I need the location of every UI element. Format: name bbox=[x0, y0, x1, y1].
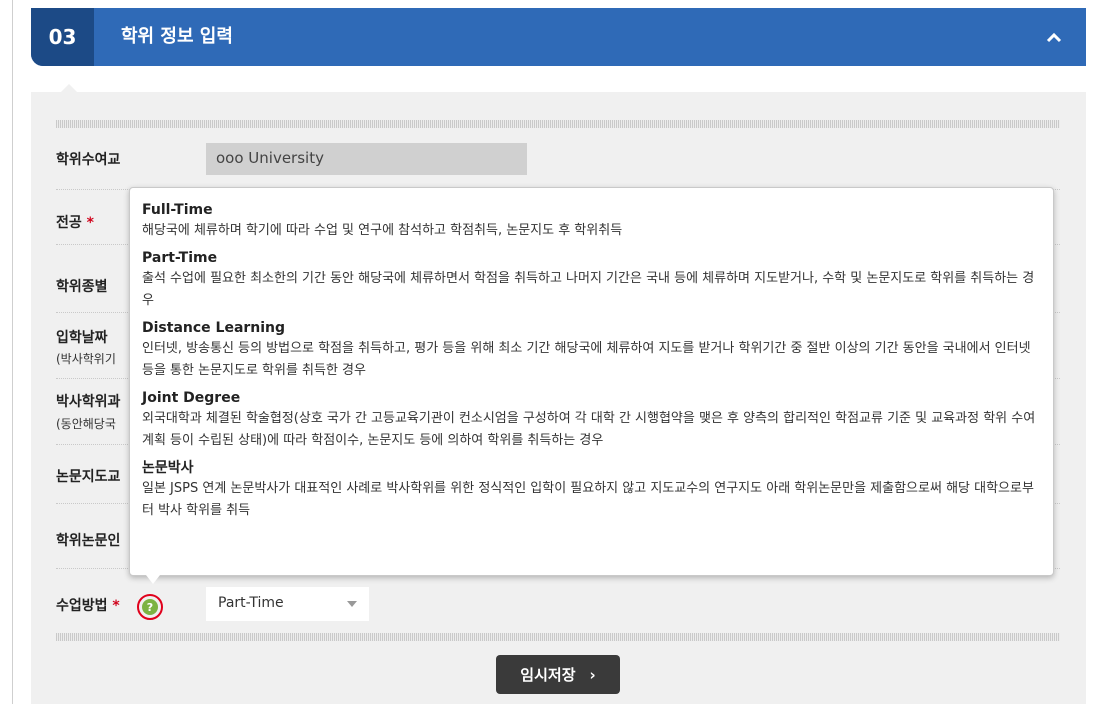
tooltip-item-title: Full-Time bbox=[142, 202, 213, 218]
class-method-label-text: 수업방법 bbox=[56, 598, 108, 614]
class-method-label: 수업방법 * bbox=[56, 595, 120, 615]
question-icon: ? bbox=[142, 599, 158, 615]
tooltip-item: 논문박사 일본 JSPS 연계 논문박사가 대표적인 사례로 박사학위를 위한 … bbox=[142, 458, 1041, 522]
chevron-right-icon: › bbox=[589, 665, 596, 684]
admission-date-sublabel: (박사학위기 bbox=[56, 352, 116, 366]
doctorate-label: 박사학위과 bbox=[56, 394, 121, 410]
tooltip-item: Full-Time 해당국에 체류하며 학기에 따라 수업 및 연구에 참석하고… bbox=[142, 200, 1041, 242]
thesis-advisor-label: 논문지도교 bbox=[56, 469, 121, 485]
temp-save-label: 임시저장 bbox=[520, 666, 576, 684]
tooltip-item: Distance Learning 인터넷, 방송통신 등의 방법으로 학점을 … bbox=[142, 318, 1041, 382]
tooltip-item-desc: 인터넷, 방송통신 등의 방법으로 학점을 취득하고, 평가 등을 위해 최소 … bbox=[142, 341, 1031, 378]
chevron-down-icon bbox=[347, 601, 357, 607]
thesis-label: 학위논문인 bbox=[56, 533, 121, 549]
doctorate-sublabel: (동안해당국 bbox=[56, 417, 116, 431]
class-method-value: Part-Time bbox=[218, 595, 284, 611]
major-label-text: 전공 bbox=[56, 215, 82, 231]
tooltip-item-desc: 해당국에 체류하며 학기에 따라 수업 및 연구에 참석하고 학점취득, 논문지… bbox=[142, 223, 623, 238]
step-number: 03 bbox=[31, 8, 94, 66]
section-title: 학위 정보 입력 bbox=[121, 26, 233, 47]
tooltip-item-title: Part-Time bbox=[142, 250, 218, 266]
tooltip-item: Joint Degree 외국대학과 체결된 학술협정(상호 국가 간 고등교육… bbox=[142, 388, 1041, 452]
required-mark: * bbox=[112, 598, 120, 614]
chevron-up-icon bbox=[1046, 32, 1062, 43]
university-field: ooo University bbox=[206, 143, 527, 175]
bottom-divider bbox=[56, 633, 1060, 641]
tooltip-item-title: Joint Degree bbox=[142, 390, 241, 406]
required-mark: * bbox=[86, 215, 94, 231]
major-label: 전공 * bbox=[56, 212, 94, 232]
tooltip-pointer bbox=[146, 575, 160, 584]
section-header: 03 학위 정보 입력 bbox=[31, 8, 1086, 66]
page-left-border bbox=[12, 0, 13, 704]
tooltip-item-desc: 출석 수업에 필요한 최소한의 기간 동안 해당국에 체류하면서 학점을 취득하… bbox=[142, 271, 1035, 308]
class-method-select[interactable]: Part-Time bbox=[206, 587, 369, 621]
tooltip-item-desc: 외국대학과 체결된 학술협정(상호 국가 간 고등교육기관이 컨소시엄을 구성하… bbox=[142, 411, 1036, 448]
temp-save-button[interactable]: 임시저장 › bbox=[496, 655, 620, 694]
tooltip-item-title: Distance Learning bbox=[142, 320, 286, 336]
top-divider bbox=[56, 120, 1060, 128]
collapse-button[interactable] bbox=[1042, 26, 1066, 50]
admission-date-label: 입학날짜 bbox=[56, 330, 108, 346]
degree-type-label: 학위종별 bbox=[56, 279, 108, 295]
class-method-tooltip: Full-Time 해당국에 체류하며 학기에 따라 수업 및 연구에 참석하고… bbox=[129, 187, 1054, 576]
tooltip-item-title: 논문박사 bbox=[142, 460, 194, 476]
tooltip-item-desc: 일본 JSPS 연계 논문박사가 대표적인 사례로 박사학위를 위한 정식적인 … bbox=[142, 481, 1034, 518]
university-label: 학위수여교 bbox=[56, 152, 121, 168]
help-button[interactable]: ? bbox=[137, 594, 163, 620]
tooltip-item: Part-Time 출석 수업에 필요한 최소한의 기간 동안 해당국에 체류하… bbox=[142, 248, 1041, 312]
